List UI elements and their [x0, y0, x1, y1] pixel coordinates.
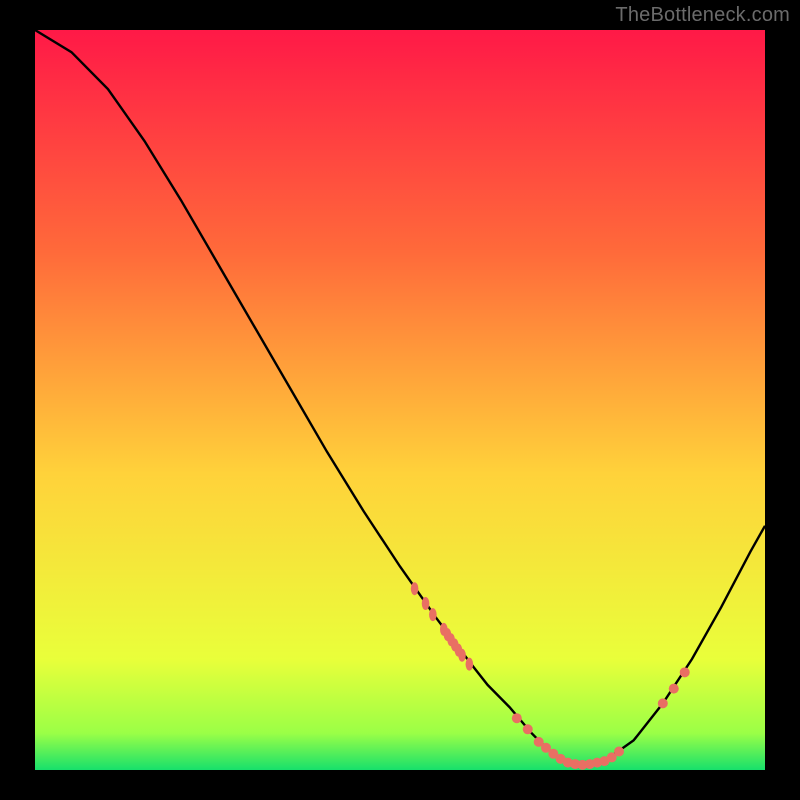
curve-marker — [422, 597, 430, 610]
curve-marker — [669, 684, 679, 694]
curve-marker — [523, 724, 533, 734]
curve-marker — [512, 713, 522, 723]
curve-marker — [658, 698, 668, 708]
watermark-text: TheBottleneck.com — [615, 4, 790, 27]
curve-marker — [466, 658, 474, 671]
chart-root: TheBottleneck.com — [0, 0, 800, 800]
curve-marker — [411, 582, 419, 595]
curve-marker — [429, 608, 437, 621]
chart-svg — [35, 30, 765, 770]
plot-area — [35, 30, 765, 770]
curve-marker — [614, 747, 624, 757]
curve-marker — [680, 667, 690, 677]
curve-marker — [458, 649, 466, 662]
